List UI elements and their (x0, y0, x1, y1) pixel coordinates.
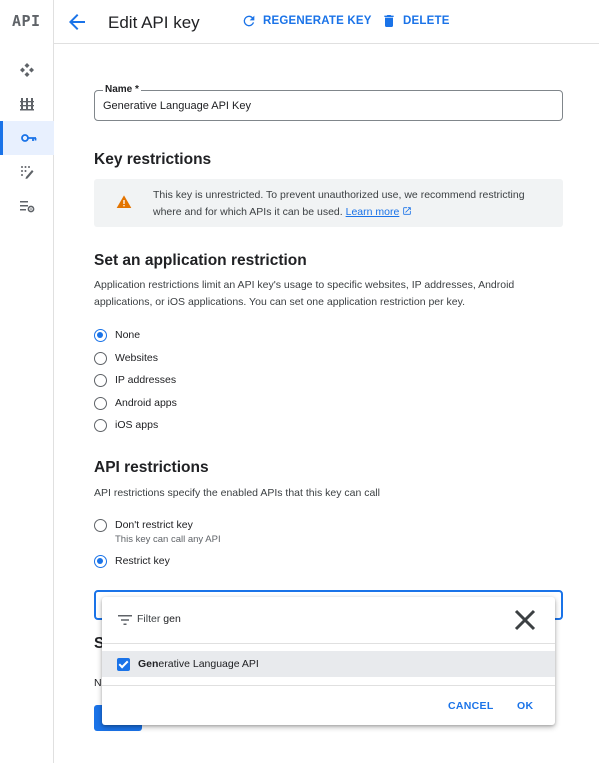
dashboard-icon (20, 63, 34, 77)
radio-button[interactable] (94, 396, 107, 410)
radio-option-restrict-key[interactable]: Restrict key (94, 553, 170, 569)
radio-label: Restrict key (115, 555, 170, 567)
option-generative-language-api[interactable]: Generative Language API (102, 651, 555, 677)
radio-button[interactable] (94, 518, 107, 532)
rail-item-credentials[interactable] (0, 121, 54, 155)
close-icon[interactable] (513, 608, 537, 632)
checkbox[interactable] (117, 657, 130, 671)
warning-text: This key is unrestricted. To prevent una… (153, 187, 553, 221)
application-restriction-description: Application restrictions limit an API ke… (94, 279, 515, 308)
arrow-back-icon (69, 14, 85, 30)
warning-icon (116, 195, 132, 208)
key-icon (20, 134, 36, 142)
radio-button[interactable] (94, 554, 107, 568)
api-logo: API (12, 12, 41, 30)
radio-button[interactable] (94, 351, 107, 365)
radio-label: Don't restrict key (115, 519, 193, 531)
name-field-label: Name * (103, 84, 141, 95)
radio-option-ip-addresses[interactable]: IP addresses (94, 372, 176, 388)
option-label: Generative Language API (138, 658, 259, 670)
rail-item-library[interactable] (0, 87, 54, 121)
radio-option-dont-restrict[interactable]: Don't restrict key (94, 517, 193, 533)
filter-input[interactable]: Filter gen (137, 613, 181, 625)
open-in-new-icon[interactable] (402, 206, 412, 216)
radio-label: Websites (115, 352, 158, 364)
back-button[interactable] (64, 9, 90, 35)
refresh-icon (243, 15, 255, 27)
radio-label: iOS apps (115, 419, 159, 431)
radio-label: None (115, 329, 141, 341)
radio-option-android-apps[interactable]: Android apps (94, 395, 177, 411)
radio-option-ios-apps[interactable]: iOS apps (94, 417, 158, 433)
name-field-value[interactable]: Generative Language API Key (103, 100, 251, 112)
regenerate-key-button[interactable]: REGENERATE KEY (241, 13, 372, 29)
key-restrictions-heading: Key restrictions (94, 151, 212, 168)
rail-item-consent[interactable] (0, 155, 54, 189)
warning-message: This key is unrestricted. To prevent una… (153, 189, 525, 218)
radio-button[interactable] (94, 418, 107, 432)
trash-icon (384, 15, 394, 27)
page-header: Edit API key REGENERATE KEY DELETE (54, 0, 599, 44)
radio-option-none[interactable]: None (94, 327, 140, 343)
rail-item-page-settings[interactable] (0, 189, 54, 223)
obscured-text: N (94, 677, 102, 689)
learn-more-link[interactable]: Learn more (346, 206, 400, 218)
dont-restrict-hint: This key can call any API (115, 534, 221, 545)
api-select-popup: Filter gen Generative Language API CANCE… (102, 597, 555, 725)
unrestricted-warning: This key is unrestricted. To prevent una… (94, 179, 563, 227)
rail-item-dashboard[interactable] (0, 53, 54, 87)
radio-button[interactable] (94, 373, 107, 387)
regenerate-key-label: REGENERATE KEY (263, 15, 372, 27)
page-title: Edit API key (108, 13, 200, 32)
delete-label: DELETE (403, 15, 450, 27)
consent-icon (21, 166, 34, 179)
popup-divider (102, 643, 555, 644)
popup-divider (102, 685, 555, 686)
ok-button[interactable]: OK (517, 700, 533, 712)
radio-label: IP addresses (115, 374, 177, 386)
filter-icon (118, 615, 132, 625)
application-restriction-heading: Set an application restriction (94, 252, 307, 269)
delete-button[interactable]: DELETE (381, 13, 450, 29)
api-restrictions-description: API restrictions specify the enabled API… (94, 487, 380, 499)
library-icon (20, 98, 34, 111)
api-restrictions-heading: API restrictions (94, 459, 209, 476)
cancel-button[interactable]: CANCEL (448, 700, 494, 712)
name-field[interactable]: Name * Generative Language API Key (94, 84, 563, 121)
page-settings-icon (20, 201, 35, 213)
radio-button[interactable] (94, 328, 107, 342)
option-match: Gen (138, 658, 159, 670)
radio-label: Android apps (115, 397, 177, 409)
filter-query: gen (163, 613, 181, 625)
left-rail: API (0, 0, 54, 763)
filter-label: Filter (137, 613, 161, 625)
radio-option-websites[interactable]: Websites (94, 350, 158, 366)
option-rest: erative Language API (158, 658, 259, 670)
